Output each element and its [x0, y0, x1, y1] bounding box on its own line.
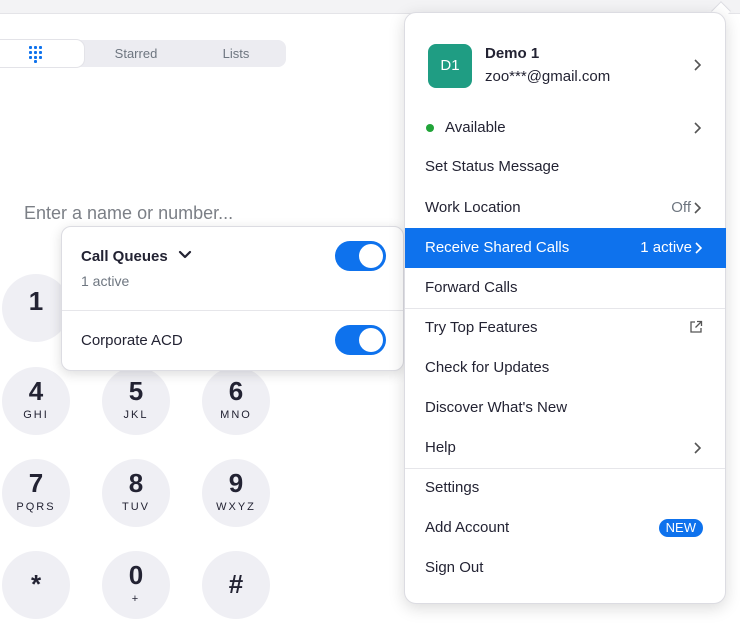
menu-item-label: Work Location — [425, 199, 521, 216]
keypad-key-0[interactable]: 0 + — [102, 551, 170, 619]
contact-tab-bar: Starred Lists — [0, 40, 286, 67]
key-letters: TUV — [122, 501, 150, 513]
menu-item-label: Add Account — [425, 519, 510, 536]
grid-icon — [29, 46, 43, 63]
menu-item-label: Settings — [425, 479, 480, 496]
status-label: Available — [445, 119, 506, 136]
key-digit: # — [228, 569, 244, 599]
menu-item-help[interactable]: Help — [405, 428, 725, 468]
profile-row[interactable]: D1 Demo 1 zoo***@gmail.com — [405, 23, 725, 103]
key-letters: GHI — [23, 409, 49, 421]
keypad-key-9[interactable]: 9 WXYZ — [202, 459, 270, 527]
call-queues-title[interactable]: Call Queues — [81, 248, 168, 265]
key-letters: MNO — [220, 409, 252, 421]
keypad-key-6[interactable]: 6 MNO — [202, 367, 270, 435]
status-dot — [426, 124, 434, 132]
menu-item-add-account[interactable]: Add Account NEW — [405, 508, 725, 548]
keypad-key-1[interactable]: 1 — [2, 274, 70, 342]
shared-calls-value: 1 active — [640, 239, 692, 256]
menu-item-label: Check for Updates — [425, 359, 550, 376]
key-digit: 6 — [228, 376, 244, 406]
call-queues-popover: Call Queues 1 active Corporate ACD — [61, 226, 404, 371]
queue-item-label: Corporate ACD — [81, 332, 183, 349]
key-letters: WXYZ — [216, 501, 256, 513]
work-location-value: Off — [671, 199, 691, 216]
key-digit: 4 — [28, 376, 44, 406]
key-digit: 5 — [128, 376, 144, 406]
keypad-key-4[interactable]: 4 GHI — [2, 367, 70, 435]
menu-item-label: Try Top Features — [425, 319, 538, 336]
menu-item-label: Discover What's New — [425, 399, 568, 416]
menu-item-sign-out[interactable]: Sign Out — [405, 548, 725, 588]
key-digit: 8 — [128, 468, 144, 498]
key-letters: PQRS — [16, 501, 56, 513]
call-queues-header: Call Queues 1 active — [62, 227, 403, 311]
keypad-key-5[interactable]: 5 JKL — [102, 367, 170, 435]
menu-item-try-top-features[interactable]: Try Top Features — [405, 308, 725, 348]
key-digit: 0 — [128, 560, 144, 590]
chevron-right-icon — [694, 59, 701, 71]
profile-name: Demo 1 — [485, 45, 540, 62]
key-letters: + — [131, 593, 141, 605]
new-badge: NEW — [658, 519, 703, 537]
key-digit: 7 — [28, 468, 44, 498]
key-digit: 1 — [28, 286, 44, 316]
call-queues-active-count: 1 active — [81, 273, 130, 289]
corporate-acd-toggle[interactable] — [335, 325, 386, 355]
avatar: D1 — [428, 44, 472, 88]
keypad-key-7[interactable]: 7 PQRS — [2, 459, 70, 527]
external-link-icon — [690, 320, 703, 333]
tab-lists[interactable]: Lists — [186, 40, 286, 67]
chevron-right-icon — [694, 122, 701, 134]
menu-item-check-updates[interactable]: Check for Updates — [405, 348, 725, 388]
menu-item-discover-new[interactable]: Discover What's New — [405, 388, 725, 428]
menu-item-label: Sign Out — [425, 559, 484, 576]
menu-item-label: Receive Shared Calls — [425, 239, 570, 256]
account-menu: D1 Demo 1 zoo***@gmail.com Available Set… — [404, 12, 726, 604]
chevron-right-icon — [694, 442, 701, 454]
keypad-key-hash[interactable]: # — [202, 551, 270, 619]
toggle-knob — [359, 328, 383, 352]
menu-item-settings[interactable]: Settings — [405, 468, 725, 508]
keypad-key-star[interactable]: * — [2, 551, 70, 619]
chevron-right-icon — [694, 202, 701, 214]
dial-number-input[interactable] — [24, 200, 394, 226]
key-digit: * — [30, 569, 42, 599]
key-digit: 9 — [228, 468, 244, 498]
menu-item-work-location[interactable]: Work Location Off — [405, 188, 725, 228]
menu-item-forward-calls[interactable]: Forward Calls — [405, 268, 725, 308]
menu-item-label: Set Status Message — [425, 158, 560, 175]
menu-item-set-status[interactable]: Set Status Message — [405, 147, 725, 187]
chevron-right-icon — [695, 242, 702, 254]
profile-email: zoo***@gmail.com — [485, 68, 611, 85]
chevron-down-icon[interactable] — [178, 249, 192, 261]
menu-item-status[interactable]: Available — [405, 108, 725, 148]
menu-item-receive-shared-calls[interactable]: Receive Shared Calls 1 active — [405, 228, 726, 268]
tab-keypad[interactable] — [0, 40, 84, 67]
toggle-knob — [359, 244, 383, 268]
menu-item-label: Forward Calls — [425, 279, 518, 296]
key-letters: JKL — [123, 409, 149, 421]
call-queues-toggle[interactable] — [335, 241, 386, 271]
keypad-key-8[interactable]: 8 TUV — [102, 459, 170, 527]
tab-starred[interactable]: Starred — [86, 40, 186, 67]
menu-item-label: Help — [425, 439, 456, 456]
